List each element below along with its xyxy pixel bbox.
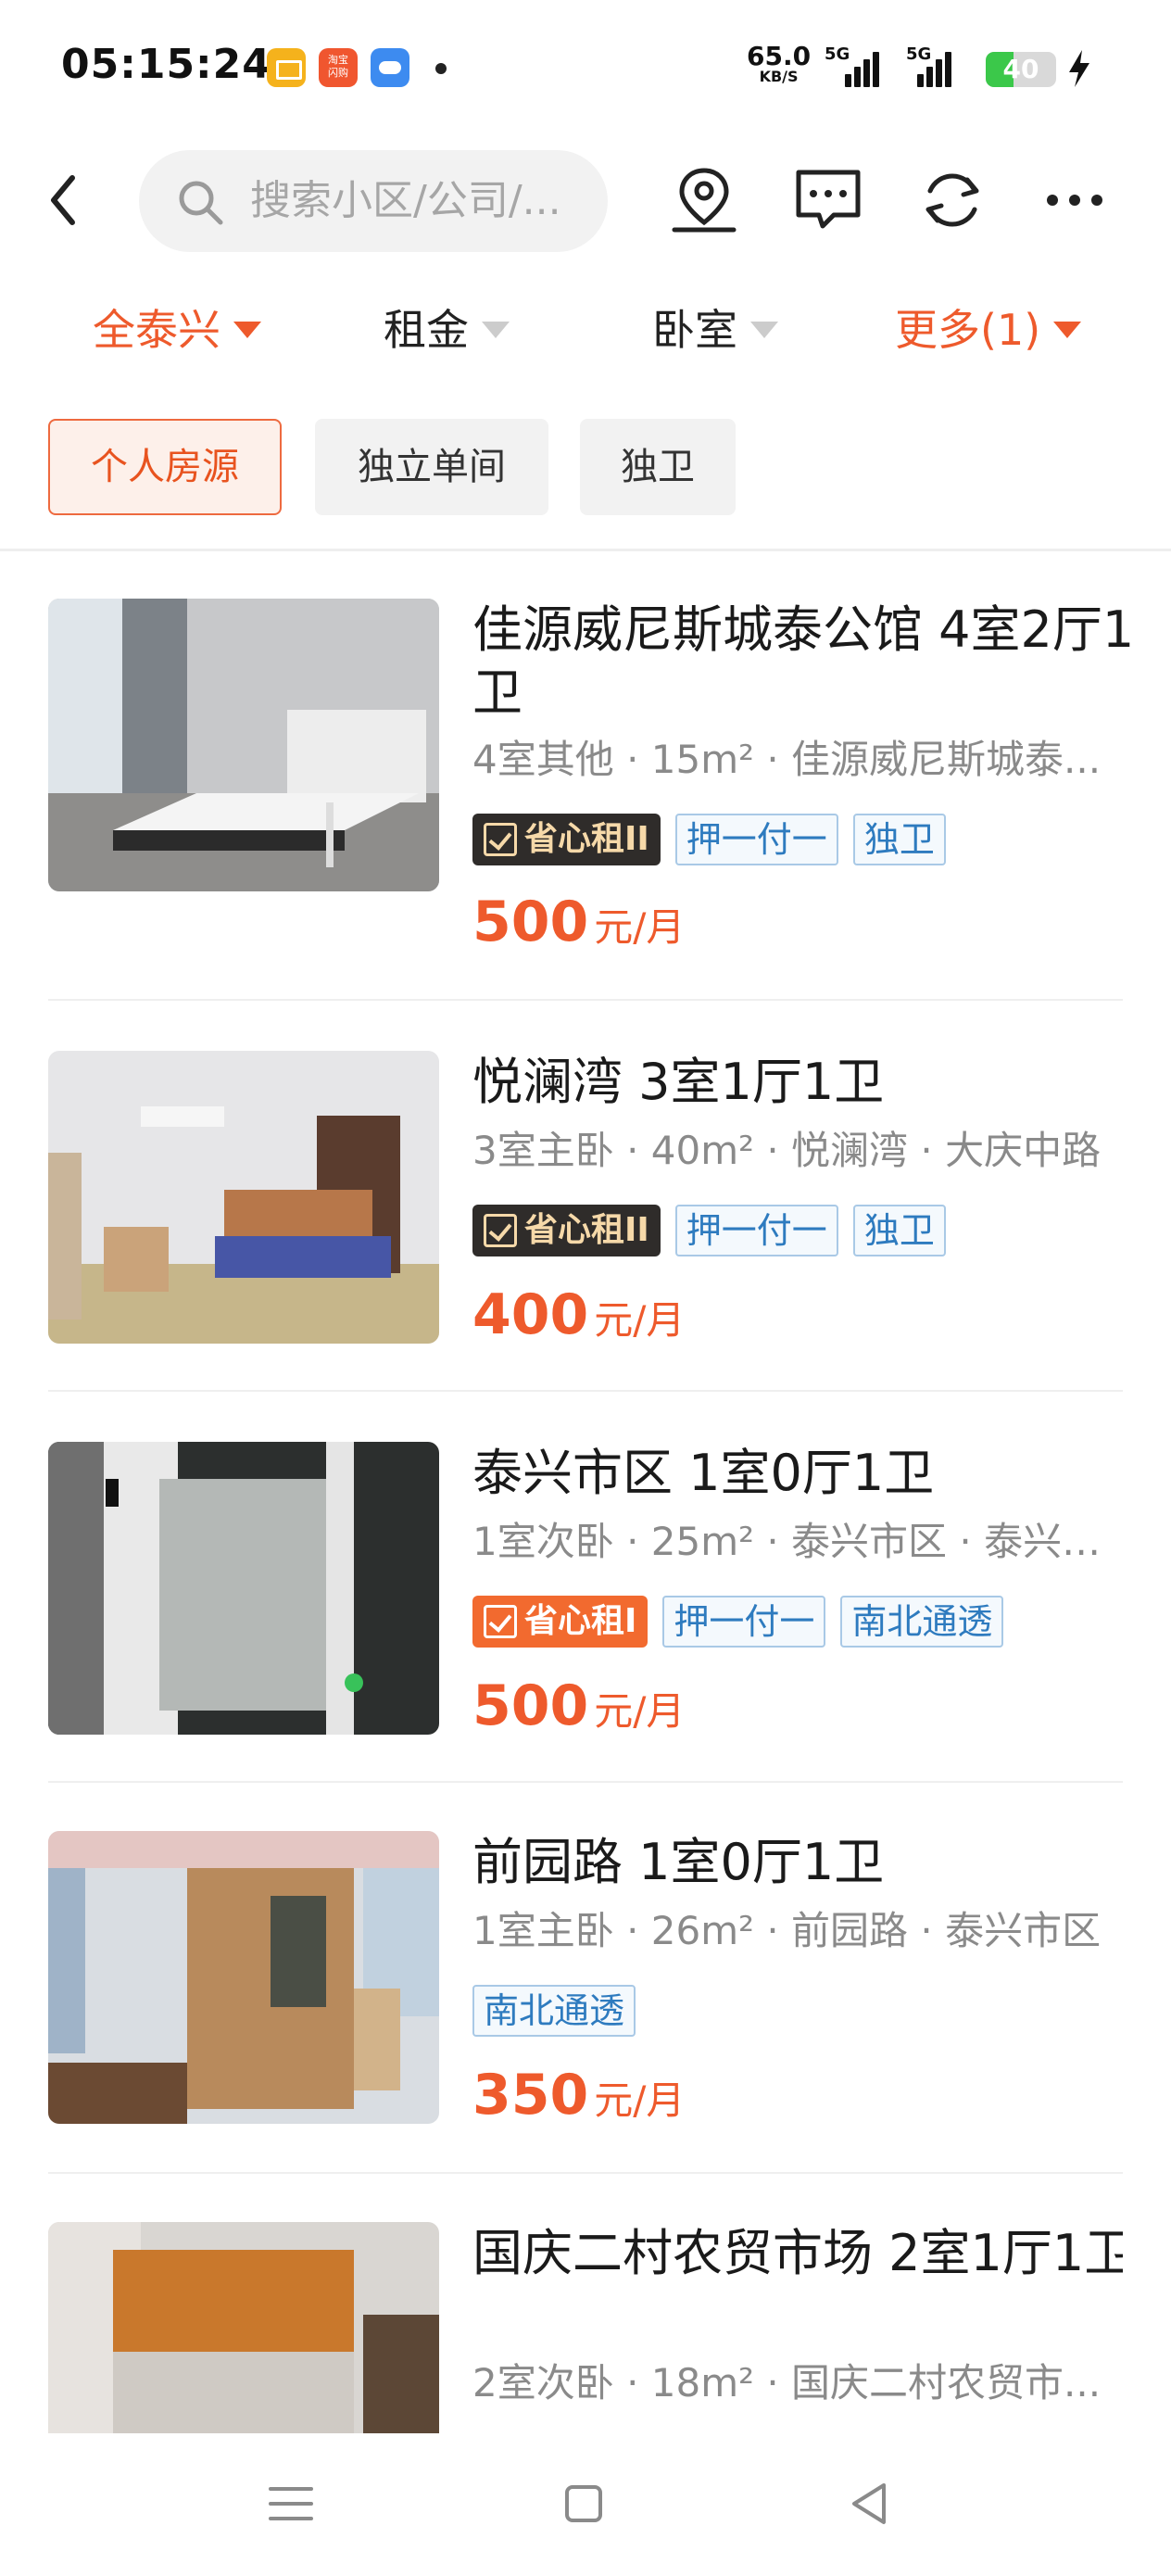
badge-label: 省心租II [524, 820, 649, 858]
listing-card[interactable]: 悦澜湾 3室1厅1卫 3室主卧 · 40m² · 悦澜湾 · 大庆中路 省心租I… [48, 1051, 1123, 1347]
dropdown-triangle-icon [1053, 322, 1082, 338]
filter-area[interactable]: 全泰兴 [93, 297, 261, 363]
more-icon[interactable] [1038, 163, 1112, 237]
status-time: 05:15:24 [61, 41, 271, 88]
dropdown-triangle-icon [750, 322, 778, 338]
signal-sim2-icon: 5G [897, 44, 954, 91]
badge-label: 省心租I [524, 1602, 637, 1640]
search-bar[interactable] [139, 150, 608, 252]
listing-subtitle: 1室次卧 · 25m² · 泰兴市区 · 泰兴市区 [472, 1519, 1121, 1564]
listing-title: 泰兴市区 1室0厅1卫 [472, 1444, 935, 1502]
search-icon [179, 181, 223, 225]
status-bar: 05:15:24 淘宝 闪购 65.0 KB/S 5G 5G 40 [0, 0, 1171, 139]
dropdown-triangle-icon [233, 322, 261, 338]
listing-card[interactable]: 泰兴市区 1室0厅1卫 1室次卧 · 25m² · 泰兴市区 · 泰兴市区 省心… [48, 1442, 1123, 1738]
listing-card[interactable]: 前园路 1室0厅1卫 1室主卧 · 26m² · 前园路 · 泰兴市区 南北通透… [48, 1831, 1123, 2128]
tag-payment: 押一付一 [674, 1205, 838, 1256]
listing-separator [48, 1781, 1123, 1783]
listing-subtitle: 2室次卧 · 18m² · 国庆二村农贸市... [472, 2360, 1102, 2406]
price-value: 500 [472, 890, 589, 954]
listing-tags: 省心租II 押一付一 独卫 [472, 814, 946, 865]
worry-free-badge: 省心租I [472, 1596, 648, 1648]
listing-separator [48, 1390, 1123, 1392]
listing-subtitle: 4室其他 · 15m² · 佳源威尼斯城泰... [472, 737, 1102, 782]
price-value: 500 [472, 1673, 589, 1738]
filter-rent[interactable]: 租金 [384, 297, 510, 363]
tag-private-bath: 独卫 [852, 1205, 946, 1256]
filter-more-label: 更多(1) [895, 305, 1041, 355]
listing-subtitle: 1室主卧 · 26m² · 前园路 · 泰兴市区 [472, 1908, 1102, 1953]
listing-separator [48, 2172, 1123, 2174]
filter-divider [0, 549, 1171, 551]
sim2-net-label: 5G [906, 44, 932, 64]
listing-title: 佳源威尼斯城泰公馆 4室2厅1卫 [472, 600, 1135, 722]
notification-dot-icon [435, 63, 447, 74]
taobao-flash-icon: 淘宝 闪购 [319, 48, 358, 87]
filter-area-label: 全泰兴 [93, 305, 220, 355]
tag-ventilation: 南北通透 [472, 1985, 636, 2037]
listing-tags: 南北通透 [472, 1985, 636, 2037]
worry-free-badge: 省心租II [472, 814, 661, 865]
filter-bedroom[interactable]: 卧室 [652, 297, 778, 363]
search-input[interactable] [250, 172, 593, 228]
listing-price: 500 元/月 [472, 1673, 685, 1744]
chip-personal-listing[interactable]: 个人房源 [48, 419, 282, 515]
back-icon[interactable] [44, 172, 82, 228]
map-pin-icon[interactable] [667, 163, 741, 237]
tag-payment: 押一付一 [662, 1596, 826, 1648]
listing-title: 国庆二村农贸市场 2室1厅1卫 [472, 2224, 1123, 2282]
filter-more[interactable]: 更多(1) [895, 297, 1082, 363]
listing-separator [48, 999, 1123, 1001]
price-value: 400 [472, 1282, 589, 1347]
listing-photo [48, 2222, 439, 2433]
listing-tags: 省心租II 押一付一 独卫 [472, 1205, 946, 1256]
price-unit: 元/月 [594, 1688, 686, 1734]
filter-rent-label: 租金 [384, 305, 469, 355]
listing-price: 400 元/月 [472, 1282, 685, 1353]
listing-price: 350 元/月 [472, 2063, 685, 2133]
listing-photo [48, 1442, 439, 1735]
worry-free-badge: 省心租II [472, 1205, 661, 1256]
battery-percent: 40 [1002, 54, 1039, 84]
chip-private-bathroom[interactable]: 独卫 [580, 419, 736, 515]
listing-card[interactable]: 国庆二村农贸市场 2室1厅1卫 2室次卧 · 18m² · 国庆二村农贸市... [48, 2222, 1123, 2433]
listing-subtitle: 3室主卧 · 40m² · 悦澜湾 · 大庆中路 [472, 1128, 1102, 1173]
listing-title: 前园路 1室0厅1卫 [472, 1833, 885, 1891]
message-icon[interactable] [791, 163, 865, 237]
check-icon [484, 1605, 517, 1638]
mail-icon [267, 48, 306, 87]
listing-price: 500 元/月 [472, 890, 685, 960]
price-value: 350 [472, 2063, 589, 2128]
chip-private-room[interactable]: 独立单间 [315, 419, 548, 515]
menu-icon[interactable] [263, 2476, 319, 2532]
refresh-icon[interactable] [915, 163, 989, 237]
listing-title: 悦澜湾 3室1厅1卫 [472, 1053, 885, 1111]
listing-photo [48, 1831, 439, 2124]
filter-bedroom-label: 卧室 [652, 305, 737, 355]
sim1-net-label: 5G [825, 44, 850, 64]
home-square-icon[interactable] [556, 2476, 611, 2532]
price-unit: 元/月 [594, 2077, 686, 2123]
dropdown-triangle-icon [482, 322, 510, 338]
charging-bolt-icon [1069, 50, 1089, 87]
tag-payment: 押一付一 [674, 814, 838, 865]
back-triangle-icon[interactable] [841, 2476, 897, 2532]
weather-icon [371, 48, 409, 87]
price-unit: 元/月 [594, 1297, 686, 1343]
badge-label: 省心租II [524, 1211, 649, 1249]
check-icon [484, 823, 517, 856]
listing-card[interactable]: 佳源威尼斯城泰公馆 4室2厅1卫 4室其他 · 15m² · 佳源威尼斯城泰..… [48, 599, 1134, 954]
tag-private-bath: 独卫 [852, 814, 946, 865]
price-unit: 元/月 [594, 904, 686, 950]
listing-photo [48, 599, 439, 891]
battery-icon: 40 [986, 52, 1056, 87]
system-nav-bar [0, 2433, 1171, 2576]
check-icon [484, 1214, 517, 1247]
net-speed: 65.0 KB/S [747, 44, 811, 85]
tag-ventilation: 南北通透 [840, 1596, 1004, 1648]
listing-photo [48, 1051, 439, 1344]
signal-sim1-icon: 5G [825, 44, 882, 91]
listing-tags: 省心租I 押一付一 南北通透 [472, 1596, 1004, 1648]
